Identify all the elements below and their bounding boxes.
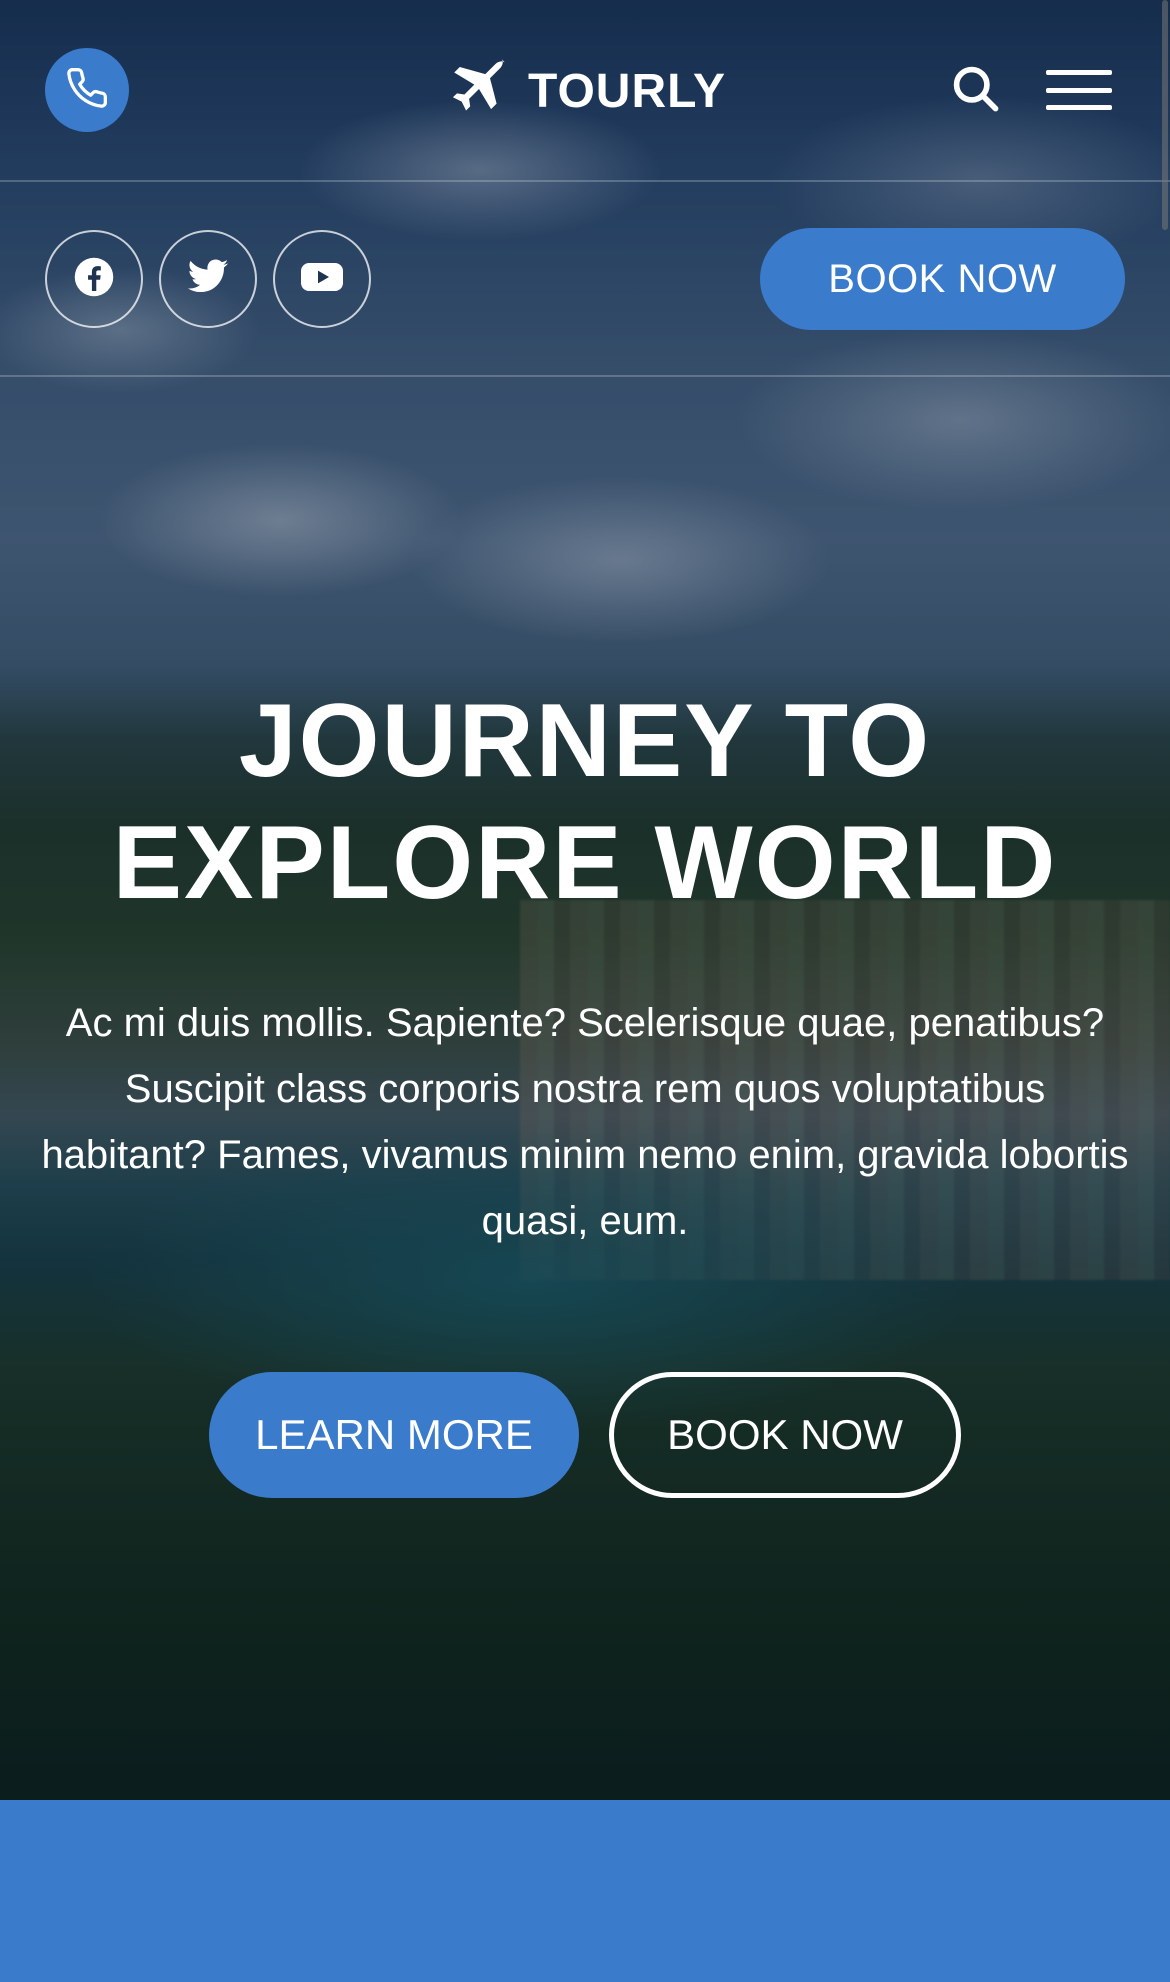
twitter-link[interactable]: [159, 230, 257, 328]
youtube-icon: [298, 253, 346, 306]
brand-name: TOURLY: [528, 64, 727, 118]
hero-book-now-button[interactable]: BOOK NOW: [609, 1372, 961, 1498]
menu-line: [1046, 70, 1112, 75]
social-bar-divider: [0, 375, 1170, 377]
menu-line: [1046, 87, 1112, 93]
headline-line-1: JOURNEY TO: [238, 683, 932, 799]
facebook-icon: [73, 256, 115, 303]
phone-icon: [65, 66, 109, 115]
search-button[interactable]: [945, 60, 1005, 120]
hamburger-menu-icon[interactable]: [1044, 66, 1114, 114]
youtube-link[interactable]: [273, 230, 371, 328]
page-scrollbar[interactable]: [1162, 0, 1168, 230]
airplane-icon: [446, 56, 512, 127]
facebook-link[interactable]: [45, 230, 143, 328]
headline-line-2: EXPLORE WORLD: [112, 805, 1058, 921]
hero-description: Ac mi duis mollis. Sapiente? Scelerisque…: [41, 1001, 1129, 1243]
hero-headline: JOURNEY TO EXPLORE WORLD: [0, 680, 1170, 924]
next-section-band: [0, 1800, 1170, 1982]
header-divider: [0, 180, 1170, 182]
phone-button[interactable]: [45, 48, 129, 132]
brand-logo[interactable]: TOURLY: [446, 56, 726, 126]
learn-more-button[interactable]: LEARN MORE: [209, 1372, 579, 1498]
twitter-icon: [186, 255, 230, 304]
menu-line: [1046, 105, 1112, 110]
search-icon: [949, 62, 1001, 119]
header-book-now-button[interactable]: BOOK NOW: [760, 228, 1125, 330]
